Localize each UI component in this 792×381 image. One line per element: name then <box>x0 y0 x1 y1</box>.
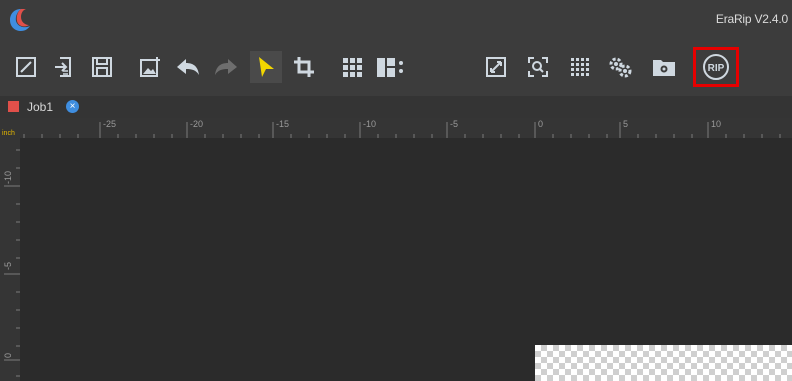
ruler-tick-label: -10 <box>363 119 377 129</box>
ruler-tick-label: -15 <box>276 119 290 129</box>
rip-button[interactable]: RIP <box>693 47 739 87</box>
ruler-tick-label: -25 <box>103 119 117 129</box>
ruler-tick-label: -10 <box>3 170 13 184</box>
app-title: EraRip V2.4.0 <box>715 12 788 26</box>
ruler-tick-label: -5 <box>450 119 459 129</box>
tab-bar: Job1 × <box>0 96 792 118</box>
zoom-fit-button[interactable] <box>522 51 554 83</box>
edit-button[interactable] <box>10 51 42 83</box>
dot-grid-icon <box>571 58 589 76</box>
save-icon <box>92 57 112 77</box>
close-icon[interactable]: × <box>66 100 79 113</box>
redo-button[interactable] <box>210 51 242 83</box>
vertical-ruler: -10 -5 0 <box>0 138 20 381</box>
save-button[interactable] <box>86 51 118 83</box>
zoom-fit-icon <box>528 57 548 77</box>
horizontal-ruler-ticks <box>23 122 781 138</box>
add-image-button[interactable] <box>134 51 166 83</box>
tab-label: Job1 <box>27 100 54 114</box>
grid-icon <box>343 58 362 77</box>
undo-icon <box>177 59 199 75</box>
horizontal-ruler: inch -25 -20 -15 -10 -5 0 5 10 <box>0 118 792 138</box>
tab-color-indicator <box>8 101 19 112</box>
ruler-tick-label: 5 <box>623 119 629 129</box>
dot-grid-button[interactable] <box>564 51 596 83</box>
edit-icon <box>16 57 36 77</box>
rip-icon: RIP <box>703 54 729 80</box>
app-logo-icon <box>10 9 30 31</box>
redo-icon <box>215 59 237 75</box>
tile-layout-button[interactable] <box>374 51 406 83</box>
ruler-tick-label: -20 <box>190 119 204 129</box>
resize-icon <box>486 57 506 77</box>
media-area[interactable] <box>535 345 792 381</box>
ruler-tick-label: 0 <box>3 352 13 358</box>
crop-icon <box>294 57 314 77</box>
add-image-icon <box>140 57 160 77</box>
ruler-unit-label: inch <box>2 130 15 137</box>
resize-button[interactable] <box>480 51 512 83</box>
ruler-tick-label: -5 <box>3 261 13 270</box>
tab-job1[interactable]: Job1 × <box>0 96 90 118</box>
ruler-tick-label: 10 <box>711 119 722 129</box>
gear-icon <box>609 57 632 78</box>
rip-label: RIP <box>708 63 725 74</box>
select-tool-button[interactable] <box>250 51 282 83</box>
import-button[interactable] <box>48 51 80 83</box>
title-bar: EraRip V2.4.0 <box>0 0 792 40</box>
ruler-tick-label: 0 <box>538 119 544 129</box>
crop-button[interactable] <box>288 51 320 83</box>
tile-layout-icon <box>377 58 403 77</box>
toolbar: RIP <box>0 40 792 96</box>
undo-button[interactable] <box>172 51 204 83</box>
folder-settings-button[interactable] <box>648 51 680 83</box>
folder-gear-icon <box>653 60 675 76</box>
import-icon <box>55 57 71 77</box>
settings-button[interactable] <box>604 51 636 83</box>
cursor-icon <box>259 57 274 77</box>
grid-layout-button[interactable] <box>336 51 368 83</box>
